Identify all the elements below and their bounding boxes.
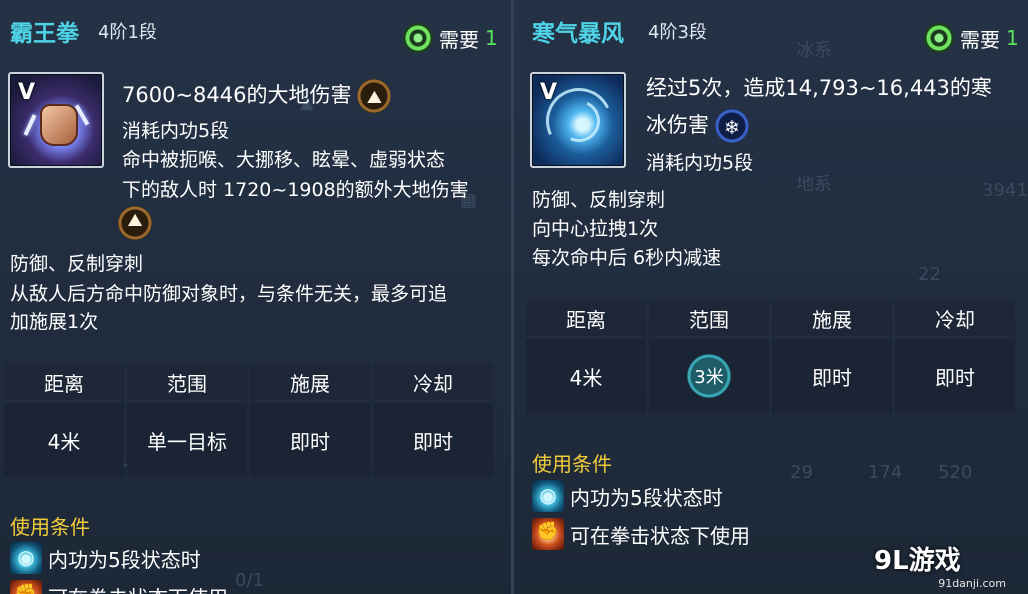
condition-item: 内功为5段状态时 [532, 480, 723, 512]
skill-tier: 4阶3段 [648, 22, 707, 43]
bonus-text-line1: 命中被扼喉、大挪移、眩晕、虚弱状态 [122, 149, 446, 171]
requirement-value: 1 [1006, 26, 1019, 50]
skill-title: 寒气暴风 [532, 21, 624, 47]
damage-line: 7600~8446的大地伤害 [122, 79, 392, 113]
earth-element-icon [357, 79, 392, 113]
requirement-label: 需要 [439, 27, 479, 52]
inner-power-icon [10, 542, 42, 574]
lightning-bolt-icon [23, 114, 37, 136]
stat-value-area-cell: 3米 [649, 339, 769, 413]
condition-text: 内功为5段状态时 [570, 485, 723, 510]
stats-table: 距离 范围 施展 冷却 4米 3米 即时 即时 [526, 300, 1015, 413]
watermark-logo: 9L游戏 [874, 546, 961, 576]
fist-stance-icon [532, 518, 564, 550]
stat-value-cast: 即时 [250, 403, 370, 477]
stat-header-cooldown: 冷却 [373, 364, 493, 400]
condition-item: 可在拳击状态下使用 [532, 518, 750, 550]
effect-text: 向中心拉拽1次 [532, 218, 659, 240]
fist-skill-icon: V [8, 72, 104, 168]
conditions-title: 使用条件 [532, 452, 612, 476]
requirement-label: 需要 [960, 27, 1000, 52]
skill-tooltip-right: 冰系 地系 3941 22 29 174 520 寒气暴风 4阶3段 需要 1 … [514, 0, 1028, 594]
stat-header-range: 距离 [526, 300, 646, 336]
stat-header-area: 范围 [649, 300, 769, 336]
fist-stance-icon [10, 580, 42, 594]
v-key-label: V [18, 80, 36, 105]
condition-item: 内功为5段状态时 [10, 542, 201, 574]
damage-text-line2: 冰伤害 [646, 113, 709, 137]
bg-ghost-count: 29 [790, 462, 813, 483]
stat-header-range: 距离 [4, 364, 124, 400]
stats-table: 距离 范围 施展 冷却 4米 单一目标 即时 即时 [4, 364, 493, 477]
bg-ghost-count: 174 [868, 462, 903, 483]
stat-value-area: 单一目标 [127, 403, 247, 477]
requirement-ring-icon [403, 23, 433, 53]
bonus-text-line2: 下的敌人时 1720~1908的额外大地伤害 [122, 179, 469, 201]
effect-text: 从敌人后方命中防御对象时，与条件无关，最多可追 [10, 283, 448, 305]
conditions-title: 使用条件 [10, 515, 90, 539]
damage-text: 7600~8446的大地伤害 [122, 83, 352, 107]
stat-header-cast: 施展 [250, 364, 370, 400]
stat-value-cast: 即时 [772, 339, 892, 413]
damage-line2: 冰伤害 [646, 109, 749, 143]
skill-tooltip-left: ▲ ▦ 0/1 0/1 霸王拳 4阶1段 需要 1 V 7600~8446的大地… [0, 0, 511, 594]
bg-ghost-count: 520 [938, 462, 973, 483]
bg-ghost-label: 冰系 [796, 40, 832, 61]
damage-text-line1: 经过5次，造成14,793~16,443的寒 [646, 76, 992, 100]
cost-text: 消耗内功5段 [646, 152, 754, 174]
cost-text: 消耗内功5段 [122, 120, 230, 142]
stat-value-cooldown: 即时 [895, 339, 1015, 413]
ice-element-icon [715, 109, 749, 143]
bg-ghost-count: 0/1 [235, 570, 264, 591]
earth-element-icon [118, 206, 152, 240]
effect-text: 防御、反制穿刺 [10, 253, 144, 275]
inner-power-icon [532, 480, 564, 512]
effect-text: 加施展1次 [10, 311, 99, 333]
condition-text: 可在拳击状态下使用 [570, 523, 750, 548]
condition-item: 可在拳击状态下使用 [10, 580, 228, 594]
stat-header-cast: 施展 [772, 300, 892, 336]
requirement: 需要 1 [924, 22, 1019, 54]
bg-ghost-count: 22 [918, 264, 941, 285]
condition-text: 内功为5段状态时 [48, 547, 201, 572]
condition-text: 可在拳击状态下使用 [48, 582, 228, 594]
watermark-url: 91danji.com [938, 577, 1006, 590]
fist-shape [40, 104, 78, 146]
requirement-ring-icon [924, 23, 954, 53]
requirement-value: 1 [485, 26, 498, 50]
stat-value-range: 4米 [526, 339, 646, 413]
watermark: 9L游戏 91danji.com [874, 540, 1020, 590]
effect-text: 防御、反制穿刺 [532, 189, 666, 211]
stat-value-area: 3米 [687, 354, 731, 398]
storm-skill-icon: V [530, 72, 626, 168]
stat-value-cooldown: 即时 [373, 403, 493, 477]
stat-header-cooldown: 冷却 [895, 300, 1015, 336]
requirement: 需要 1 [403, 22, 498, 54]
stat-header-area: 范围 [127, 364, 247, 400]
skill-tier: 4阶1段 [98, 22, 157, 43]
bg-ghost-count: 3941 [982, 180, 1028, 201]
skill-title: 霸王拳 [10, 21, 79, 47]
bg-ghost-label: 地系 [796, 174, 832, 195]
stat-value-range: 4米 [4, 403, 124, 477]
effect-text: 每次命中后 6秒内减速 [532, 247, 722, 269]
